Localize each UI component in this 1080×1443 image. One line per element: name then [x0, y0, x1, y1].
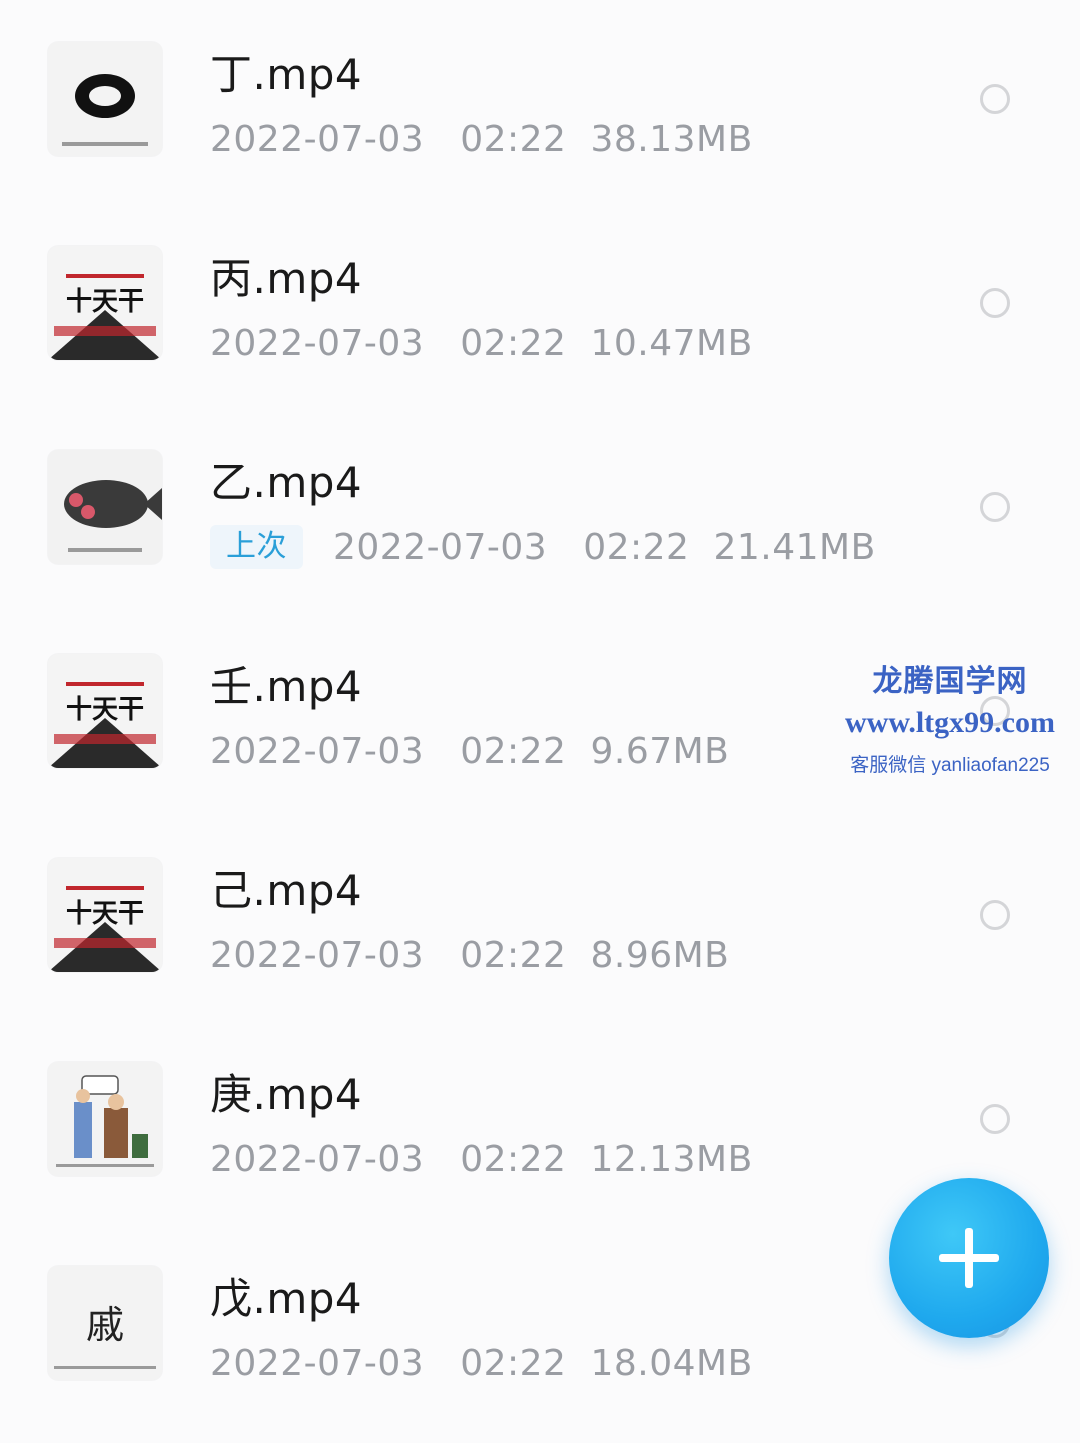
- figures-thumbnail: [48, 1062, 162, 1176]
- ten-stems-thumbnail: 十天干: [48, 654, 162, 768]
- file-time: 02:22: [460, 118, 567, 160]
- list-item[interactable]: 十天干 丙.mp4 2022-07-03 02:22 10.47MB: [0, 204, 1080, 408]
- file-name: 戊.mp4: [210, 1274, 363, 1323]
- video-thumbnail[interactable]: 十天干: [48, 858, 162, 972]
- video-thumbnail[interactable]: [48, 1062, 162, 1176]
- file-date: 2022-07-03: [210, 730, 425, 772]
- select-radio[interactable]: [980, 900, 1010, 930]
- watermark-url: www.ltgx99.com: [845, 706, 1055, 739]
- watermark: 龙腾国学网 www.ltgx99.com 客服微信 yanliaofan225: [830, 656, 1070, 777]
- file-size: 18.04MB: [590, 1342, 753, 1384]
- file-date: 2022-07-03: [210, 118, 425, 160]
- list-item[interactable]: 乙.mp4 上次 2022-07-03 02:22 21.41MB: [0, 408, 1080, 612]
- file-date: 2022-07-03: [333, 526, 548, 568]
- file-meta: 2022-07-03 02:22 18.04MB: [210, 1340, 753, 1386]
- video-thumbnail[interactable]: 十天干: [48, 654, 162, 768]
- file-size: 12.13MB: [590, 1138, 753, 1180]
- file-time: 02:22: [460, 1342, 567, 1384]
- file-meta: 2022-07-03 02:22 8.96MB: [210, 932, 729, 978]
- file-name: 乙.mp4: [210, 458, 363, 507]
- file-meta: 2022-07-03 02:22 38.13MB: [210, 116, 753, 162]
- thumbnail-title: 十天干: [66, 899, 144, 929]
- file-time: 02:22: [460, 1138, 567, 1180]
- video-thumbnail[interactable]: [48, 450, 162, 564]
- ten-stems-thumbnail: 十天干: [48, 246, 162, 360]
- file-size: 38.13MB: [590, 118, 753, 160]
- file-name: 壬.mp4: [210, 662, 363, 711]
- file-date: 2022-07-03: [210, 1138, 425, 1180]
- thumbnail-title: 十天干: [66, 695, 144, 725]
- video-thumbnail[interactable]: [48, 42, 162, 156]
- select-radio[interactable]: [980, 288, 1010, 318]
- add-button[interactable]: [889, 1178, 1049, 1338]
- watermark-title: 龙腾国学网: [872, 664, 1028, 699]
- list-item[interactable]: 庚.mp4 2022-07-03 02:22 12.13MB: [0, 1020, 1080, 1224]
- select-radio[interactable]: [980, 84, 1010, 114]
- file-meta: 2022-07-03 02:22 9.67MB: [210, 728, 729, 774]
- watermark-contact: 客服微信 yanliaofan225: [850, 755, 1050, 776]
- character-card-thumbnail: 戚: [48, 1266, 162, 1380]
- file-date: 2022-07-03: [210, 934, 425, 976]
- video-thumbnail[interactable]: 十天干: [48, 246, 162, 360]
- fish-ink-thumbnail: [48, 450, 162, 564]
- file-size: 21.41MB: [713, 526, 876, 568]
- list-item[interactable]: 丁.mp4 2022-07-03 02:22 38.13MB: [0, 0, 1080, 204]
- select-radio[interactable]: [980, 492, 1010, 522]
- file-size: 9.67MB: [590, 730, 730, 772]
- file-time: 02:22: [460, 322, 567, 364]
- file-name: 庚.mp4: [210, 1070, 363, 1119]
- file-size: 10.47MB: [590, 322, 753, 364]
- video-thumbnail[interactable]: 戚: [48, 1266, 162, 1380]
- thumbnail-title: 十天干: [66, 287, 144, 317]
- last-played-badge: 上次: [210, 525, 303, 569]
- file-size: 8.96MB: [590, 934, 730, 976]
- file-meta: 上次 2022-07-03 02:22 21.41MB: [210, 524, 876, 570]
- file-meta: 2022-07-03 02:22 10.47MB: [210, 320, 753, 366]
- thumbnail-character: 戚: [86, 1303, 124, 1347]
- file-date: 2022-07-03: [210, 322, 425, 364]
- file-date: 2022-07-03: [210, 1342, 425, 1384]
- file-meta: 2022-07-03 02:22 12.13MB: [210, 1136, 753, 1182]
- file-time: 02:22: [460, 934, 567, 976]
- file-name: 丁.mp4: [210, 50, 363, 99]
- file-time: 02:22: [583, 526, 690, 568]
- file-time: 02:22: [460, 730, 567, 772]
- file-name: 己.mp4: [210, 866, 363, 915]
- file-name: 丙.mp4: [210, 254, 363, 303]
- select-radio[interactable]: [980, 1104, 1010, 1134]
- list-item[interactable]: 十天干 己.mp4 2022-07-03 02:22 8.96MB: [0, 816, 1080, 1020]
- ten-stems-thumbnail: 十天干: [48, 858, 162, 972]
- ink-circle-thumbnail: [48, 42, 162, 156]
